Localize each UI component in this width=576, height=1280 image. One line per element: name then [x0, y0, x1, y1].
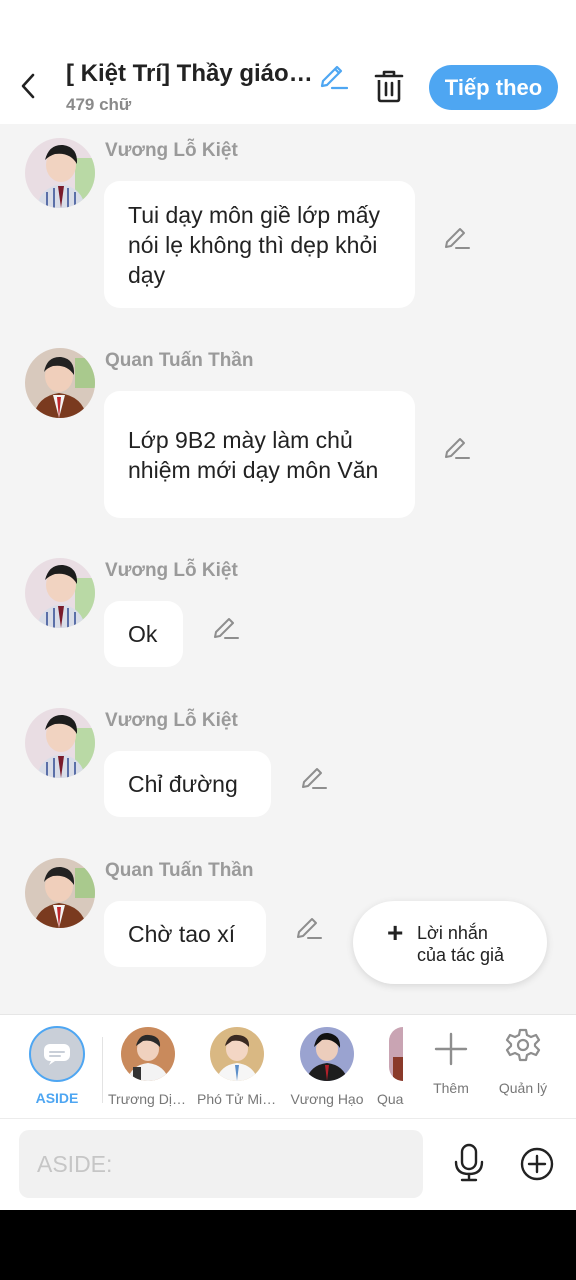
author-note-label: Lời nhắn của tác giả [417, 922, 504, 966]
edit-message-pencil-icon[interactable] [300, 762, 328, 790]
edit-message-pencil-icon[interactable] [443, 222, 471, 250]
add-circle-icon[interactable] [519, 1146, 555, 1182]
edit-message-pencil-icon[interactable] [443, 432, 471, 460]
character-name: Quan Tuấn Thần [377, 1091, 404, 1107]
sender-name: Vương Lỗ Kiệt [105, 140, 238, 161]
author-note-button[interactable]: + Lời nhắn của tác giả [353, 901, 547, 984]
edit-title-pencil-icon[interactable] [318, 60, 349, 90]
sender-name: Vương Lỗ Kiệt [105, 710, 238, 731]
microphone-icon[interactable] [452, 1143, 486, 1183]
add-character-plus-icon[interactable] [431, 1029, 471, 1069]
edit-message-pencil-icon[interactable] [212, 612, 240, 640]
character-bar: ASIDE Trương Dịch Nhiên Phó Tử Minh Vươn… [0, 1014, 576, 1118]
input-bar [0, 1118, 576, 1210]
sender-name: Vương Lỗ Kiệt [105, 560, 238, 581]
edit-message-pencil-icon[interactable] [295, 912, 323, 940]
next-button[interactable]: Tiếp theo [429, 65, 558, 110]
system-navigation-bar [0, 1210, 576, 1280]
character-avatar[interactable] [300, 1027, 354, 1081]
message-bubble[interactable]: Lớp 9B2 mày làm chủ nhiệm mới dạy môn Vă… [104, 391, 415, 518]
plus-icon: + [387, 917, 404, 948]
message-bubble[interactable]: Ok [104, 601, 183, 667]
aside-chat-icon[interactable] [29, 1026, 85, 1082]
sender-name: Quan Tuấn Thần [105, 860, 254, 881]
character-name: Vương Hạo [290, 1091, 364, 1107]
avatar-vuong-lo-kiet[interactable] [25, 708, 95, 778]
trash-icon[interactable] [372, 68, 406, 104]
message-bubble[interactable]: Tui dạy môn giề lớp mấy nói lẹ không thì… [104, 181, 415, 308]
avatar-vuong-lo-kiet[interactable] [25, 558, 95, 628]
story-title[interactable]: [ Kiệt Trí] Thầy giáo mới [66, 60, 314, 88]
back-arrow-icon[interactable] [14, 70, 42, 102]
word-count: 479 chữ [66, 95, 132, 114]
divider [102, 1037, 103, 1103]
avatar-quan-tuan-than[interactable] [25, 858, 95, 928]
aside-label[interactable]: ASIDE [29, 1090, 85, 1106]
author-note-line2: của tác giả [417, 945, 505, 965]
manage-label[interactable]: Quản lý [494, 1080, 552, 1096]
character-avatar[interactable] [210, 1027, 264, 1081]
add-character-label[interactable]: Thêm [426, 1080, 476, 1096]
character-name: Trương Dịch Nhiên [108, 1091, 186, 1107]
character-name: Phó Tử Minh [197, 1091, 277, 1107]
settings-gear-icon[interactable] [505, 1027, 541, 1063]
avatar-quan-tuan-than[interactable] [25, 348, 95, 418]
avatar-vuong-lo-kiet[interactable] [25, 138, 95, 208]
top-bar: [ Kiệt Trí] Thầy giáo mới 479 chữ Tiếp t… [0, 0, 576, 124]
sender-name: Quan Tuấn Thần [105, 350, 254, 371]
character-avatar[interactable] [121, 1027, 175, 1081]
chat-area[interactable]: Vương Lỗ Kiệt Tui dạy môn giề lớp mấy nó… [0, 124, 576, 1014]
message-bubble[interactable]: Chỉ đường [104, 751, 271, 817]
message-bubble[interactable]: Chờ tao xí [104, 901, 266, 967]
character-avatar[interactable] [389, 1027, 403, 1081]
message-input[interactable] [19, 1130, 423, 1198]
author-note-line1: Lời nhắn [417, 923, 488, 943]
